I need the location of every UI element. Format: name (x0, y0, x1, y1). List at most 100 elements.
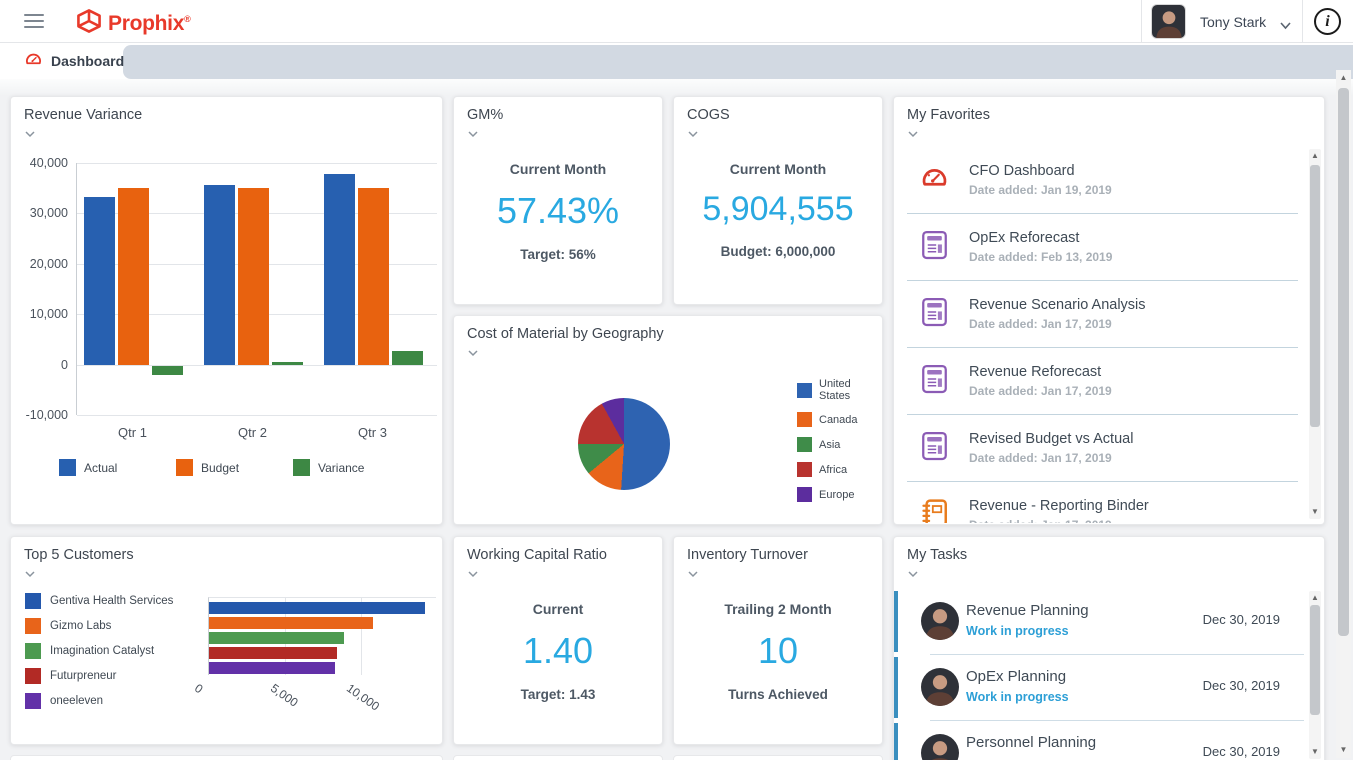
my-tasks-widget: My Tasks Revenue PlanningWork in progres… (893, 536, 1325, 760)
revenue-variance-chart: 40,00030,00020,00010,0000-10,000 (76, 163, 437, 415)
favorite-item[interactable]: OpEx ReforecastDate added: Feb 13, 2019 (907, 214, 1298, 281)
legend-label: Imagination Catalyst (50, 645, 154, 657)
info-icon[interactable]: i (1314, 8, 1341, 35)
tasks-scrollbar[interactable]: ▲ ▼ (1309, 591, 1321, 759)
chevron-down-icon[interactable] (907, 130, 919, 138)
favorite-item[interactable]: Revenue Scenario AnalysisDate added: Jan… (907, 281, 1298, 348)
top5-bar-chart (208, 597, 436, 675)
scroll-down-icon[interactable]: ▼ (1309, 507, 1321, 517)
legend-item: Actual (59, 459, 117, 476)
legend-item: Asia (797, 437, 882, 452)
favorite-item[interactable]: Revised Budget vs Actual Date added: Jan … (907, 415, 1298, 482)
task-texts: Revenue PlanningWork in progress (966, 602, 1089, 638)
favorite-date: Date added: Jan 17, 2019 (969, 518, 1149, 523)
legend-label: Gizmo Labs (50, 620, 111, 632)
kpi-target: Target: 56% (454, 247, 662, 262)
avatar (921, 602, 959, 640)
bar-2 (209, 617, 373, 629)
scroll-up-icon[interactable]: ▲ (1309, 593, 1321, 603)
widget-title: Revenue Variance (24, 107, 429, 123)
tab-dashboard[interactable]: Dashboard (0, 43, 123, 79)
task-item[interactable]: OpEx PlanningWork in progressDec 30, 201… (894, 655, 1308, 721)
favorite-date: Date added: Feb 13, 2019 (969, 250, 1112, 264)
kpi-period-label: Current (454, 601, 662, 617)
scroll-up-icon[interactable]: ▲ (1336, 73, 1351, 83)
legend-swatch (25, 668, 41, 684)
revenue-variance-widget: Revenue Variance 40,00030,00020,00010,00… (10, 96, 443, 525)
favorite-item[interactable]: Revenue ReforecastDate added: Jan 17, 20… (907, 348, 1298, 415)
favorite-texts: OpEx ReforecastDate added: Feb 13, 2019 (969, 230, 1112, 264)
user-avatar[interactable] (1151, 4, 1186, 39)
widget-title: COGS (687, 107, 869, 123)
y-axis-tick: 0 (61, 358, 68, 372)
bar-variance-1 (152, 366, 183, 376)
geography-pie-legend: United StatesCanadaAsiaAfricaEurope (797, 378, 882, 512)
task-status-link[interactable]: Work in progress (966, 624, 1089, 638)
kpi-period-label: Current Month (674, 161, 882, 177)
page-scrollbar[interactable]: ▲ ▼ (1336, 70, 1351, 758)
legend-swatch (25, 693, 41, 709)
cogs-widget: COGS Current Month 5,904,555 Budget: 6,0… (673, 96, 883, 305)
chevron-down-icon[interactable] (24, 130, 36, 138)
scrollbar-thumb[interactable] (1310, 605, 1320, 715)
tasks-list: Revenue PlanningWork in progressDec 30, … (894, 589, 1308, 760)
bar-budget-1 (118, 188, 149, 364)
legend-swatch (797, 437, 812, 452)
task-status-link[interactable]: Work in progress (966, 690, 1069, 704)
bar-actual-3 (324, 174, 355, 365)
favorites-scrollbar[interactable]: ▲ ▼ (1309, 149, 1321, 519)
favorite-texts: Revenue ReforecastDate added: Jan 17, 20… (969, 364, 1112, 398)
favorite-item[interactable]: CFO DashboardDate added: Jan 19, 2019 (907, 147, 1298, 214)
scrollbar-thumb[interactable] (1338, 88, 1349, 636)
widget-title: GM% (467, 107, 649, 123)
favorite-date: Date added: Jan 17, 2019 (969, 451, 1133, 465)
chevron-down-icon[interactable] (907, 570, 919, 578)
legend-item: Gentiva Health Services (25, 593, 173, 609)
hamburger-menu-icon[interactable] (24, 14, 44, 32)
legend-label: Futurpreneur (50, 670, 116, 682)
chevron-down-icon[interactable] (467, 130, 479, 138)
header-divider (1141, 0, 1142, 43)
task-item[interactable]: Revenue PlanningWork in progressDec 30, … (894, 589, 1308, 655)
chevron-down-icon[interactable] (1279, 17, 1292, 35)
legend-swatch (797, 487, 812, 502)
favorite-item[interactable]: Revenue - Reporting Binder Date added: Ja… (907, 482, 1298, 523)
chevron-down-icon[interactable] (24, 570, 36, 578)
scroll-up-icon[interactable]: ▲ (1309, 151, 1321, 161)
kpi-target: Target: 1.43 (454, 687, 662, 702)
y-axis-tick: 20,000 (30, 257, 68, 271)
legend-swatch (797, 462, 812, 477)
kpi-period-label: Trailing 2 Month (674, 601, 882, 617)
legend-item: Budget (176, 459, 239, 476)
user-menu[interactable]: Tony Stark (1200, 14, 1266, 30)
x-axis-tick: 0 (192, 681, 206, 696)
report-icon (921, 230, 951, 265)
favorites-list: CFO DashboardDate added: Jan 19, 2019 OpE… (894, 147, 1308, 523)
task-item[interactable]: Personnel PlanningDec 30, 2019 (894, 721, 1308, 760)
legend-label: Gentiva Health Services (50, 595, 173, 607)
bar-budget-3 (358, 188, 389, 364)
favorite-title: Revised Budget vs Actual (969, 431, 1133, 447)
favorite-title: CFO Dashboard (969, 163, 1112, 179)
geography-pie-chart (578, 398, 670, 490)
chevron-down-icon[interactable] (467, 570, 479, 578)
chevron-down-icon[interactable] (687, 570, 699, 578)
scroll-down-icon[interactable]: ▼ (1336, 745, 1351, 755)
chevron-down-icon[interactable] (687, 130, 699, 138)
kpi-period-label: Current Month (454, 161, 662, 177)
y-axis-tick: 40,000 (30, 156, 68, 170)
x-axis-tick: 10,000 (344, 681, 382, 714)
logo-text: Prophix® (108, 12, 190, 36)
y-axis-tick: -10,000 (26, 408, 68, 422)
favorite-title: Revenue - Reporting Binder (969, 498, 1149, 514)
bar-actual-2 (204, 185, 235, 364)
scrollbar-thumb[interactable] (1310, 165, 1320, 427)
favorite-title: Revenue Scenario Analysis (969, 297, 1146, 313)
task-status-bar (894, 657, 898, 718)
cost-of-material-widget: Cost of Material by Geography United Sta… (453, 315, 883, 525)
bar-5 (209, 662, 335, 674)
chevron-down-icon[interactable] (467, 349, 479, 357)
scroll-down-icon[interactable]: ▼ (1309, 747, 1321, 757)
x-axis-tick: 5,000 (268, 681, 301, 710)
legend-swatch (293, 459, 310, 476)
